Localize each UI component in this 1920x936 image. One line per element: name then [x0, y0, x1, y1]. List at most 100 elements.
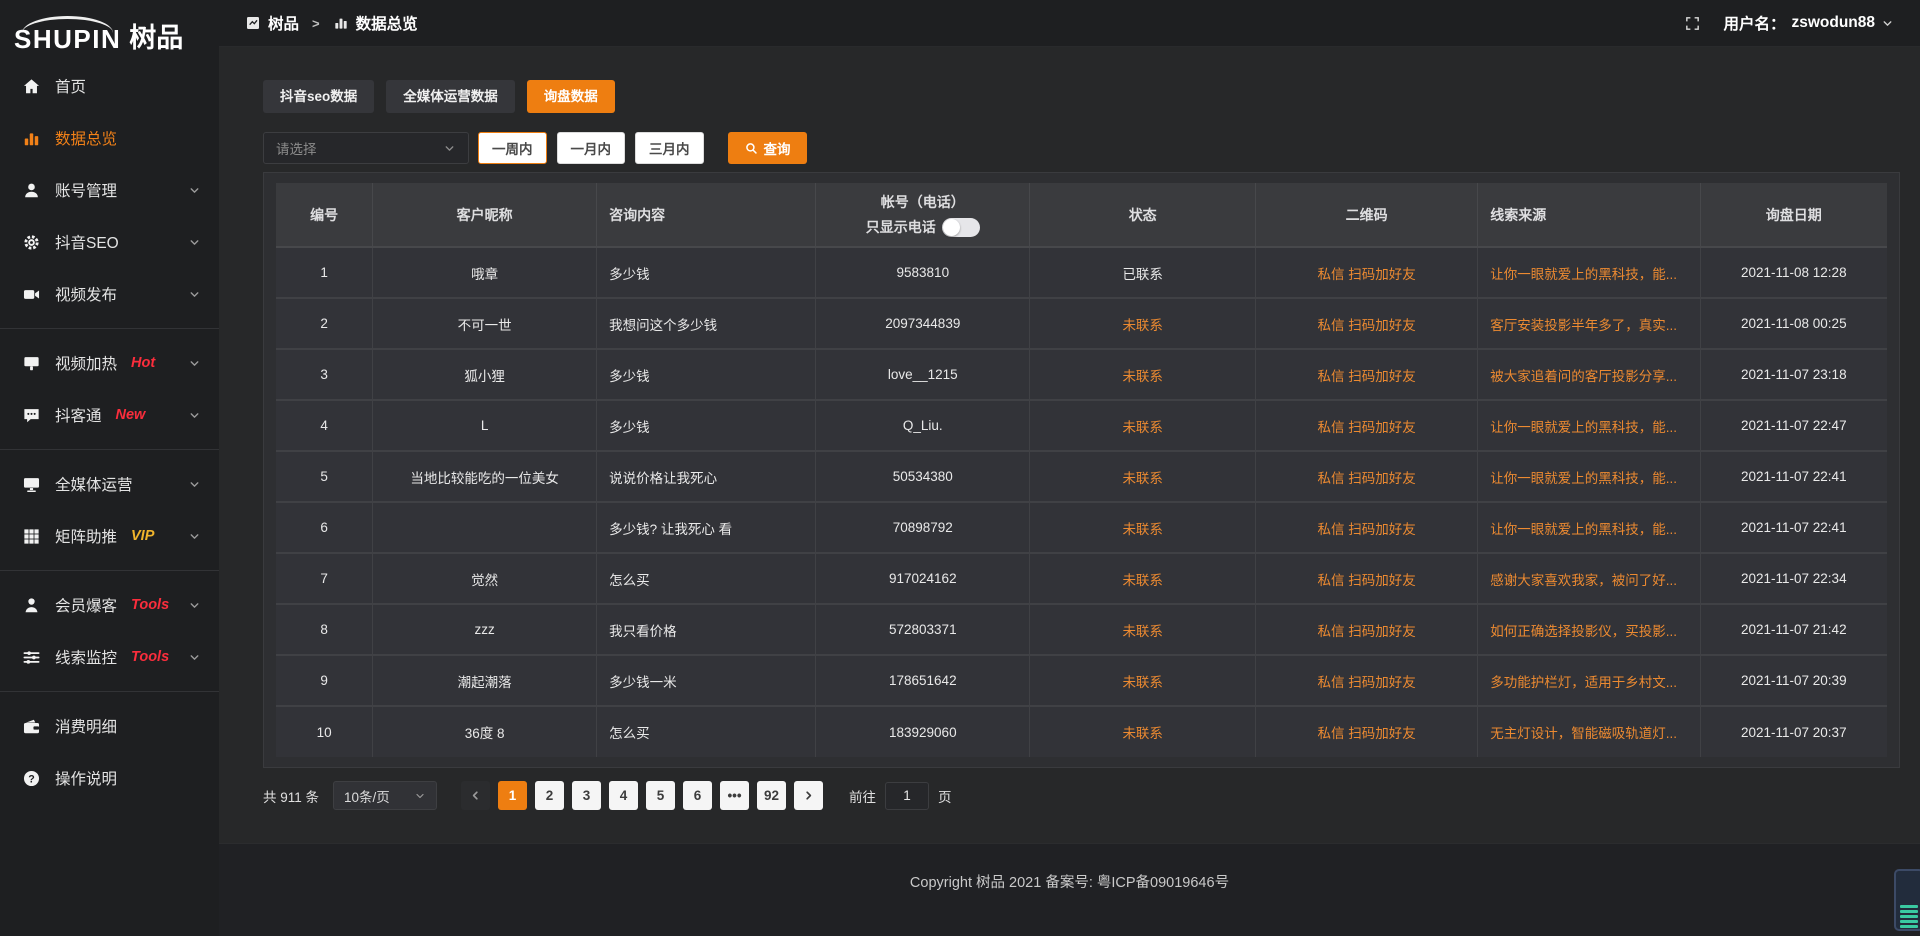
- fullscreen-icon[interactable]: [1684, 15, 1701, 32]
- col-date: 询盘日期: [1700, 183, 1887, 247]
- search-button[interactable]: 查询: [728, 132, 807, 164]
- cell-content: 怎么买: [597, 706, 816, 757]
- breadcrumb-item-home[interactable]: 树品: [268, 12, 299, 34]
- cell-qrcode-link[interactable]: 私信 扫码加好友: [1255, 400, 1477, 451]
- sidebar-item-media-operation[interactable]: 全媒体运营: [0, 458, 219, 510]
- page-button-1[interactable]: 1: [498, 781, 527, 810]
- chevron-down-icon: [188, 357, 201, 370]
- period-button-2[interactable]: 三月内: [635, 132, 704, 164]
- topbar: 树品 > 数据总览 用户名： zswodun88: [219, 0, 1920, 47]
- cell-status[interactable]: 未联系: [1030, 298, 1256, 349]
- sidebar-item-video-heat[interactable]: 视频加热Hot: [0, 337, 219, 389]
- sidebar-divider: [0, 570, 219, 571]
- sidebar-item-consume-detail[interactable]: 消费明细: [0, 700, 219, 752]
- cell-qrcode-link[interactable]: 私信 扫码加好友: [1255, 604, 1477, 655]
- table-row: 3狐小狸多少钱love__1215未联系私信 扫码加好友被大家追着问的客厅投影分…: [276, 349, 1887, 400]
- sidebar-badge: VIP: [131, 528, 154, 544]
- cell-qrcode-link[interactable]: 私信 扫码加好友: [1255, 706, 1477, 757]
- cell-qrcode-link[interactable]: 私信 扫码加好友: [1255, 298, 1477, 349]
- next-page-button[interactable]: [794, 781, 823, 810]
- cell-no: 9: [276, 655, 373, 706]
- page-button-2[interactable]: 2: [535, 781, 564, 810]
- cell-source-link[interactable]: 让你一眼就爱上的黑科技，能...: [1478, 400, 1700, 451]
- tab-2[interactable]: 询盘数据: [527, 80, 615, 113]
- period-button-0[interactable]: 一周内: [478, 132, 547, 164]
- sidebar-item-matrix-boost[interactable]: 矩阵助推VIP: [0, 510, 219, 562]
- cell-qrcode-link[interactable]: 私信 扫码加好友: [1255, 502, 1477, 553]
- cell-qrcode-link[interactable]: 私信 扫码加好友: [1255, 247, 1477, 298]
- page-button-6[interactable]: 6: [683, 781, 712, 810]
- sidebar-item-operation-guide[interactable]: ?操作说明: [0, 752, 219, 804]
- page-button-92[interactable]: 92: [757, 781, 786, 810]
- sidebar-item-data-overview[interactable]: 数据总览: [0, 112, 219, 164]
- sidebar-badge: New: [116, 407, 146, 423]
- floating-widget[interactable]: [1894, 869, 1920, 931]
- table-row: 1哦章多少钱9583810已联系私信 扫码加好友让你一眼就爱上的黑科技，能...…: [276, 247, 1887, 298]
- cell-source-link[interactable]: 无主灯设计，智能磁吸轨道灯...: [1478, 706, 1700, 757]
- cell-source-link[interactable]: 多功能护栏灯，适用于乡村文...: [1478, 655, 1700, 706]
- user-menu[interactable]: 用户名： zswodun88: [1723, 12, 1894, 34]
- period-button-1[interactable]: 一月内: [557, 132, 626, 164]
- col-source: 线索来源: [1478, 183, 1700, 247]
- tab-1[interactable]: 全媒体运营数据: [386, 80, 515, 113]
- cell-nickname: [373, 502, 597, 553]
- cell-source-link[interactable]: 让你一眼就爱上的黑科技，能...: [1478, 451, 1700, 502]
- tab-0[interactable]: 抖音seo数据: [263, 80, 374, 113]
- cell-status[interactable]: 未联系: [1030, 655, 1256, 706]
- page-ellipsis-button[interactable]: •••: [720, 781, 749, 810]
- sidebar-item-account-manage[interactable]: 账号管理: [0, 164, 219, 216]
- cell-source-link[interactable]: 让你一眼就爱上的黑科技，能...: [1478, 247, 1700, 298]
- cell-status[interactable]: 未联系: [1030, 400, 1256, 451]
- cell-no: 3: [276, 349, 373, 400]
- period-buttons: 一周内一月内三月内: [478, 132, 714, 164]
- cell-status[interactable]: 未联系: [1030, 451, 1256, 502]
- filter-select[interactable]: 请选择: [263, 132, 469, 164]
- sidebar-item-video-publish[interactable]: 视频发布: [0, 268, 219, 320]
- cell-no: 7: [276, 553, 373, 604]
- logo-text-en: SHUPIN: [14, 16, 121, 52]
- sidebar-item-home[interactable]: 首页: [0, 60, 219, 112]
- cell-content: 怎么买: [597, 553, 816, 604]
- sidebar-item-member-boom[interactable]: 会员爆客Tools: [0, 579, 219, 631]
- sidebar-badge: Hot: [131, 355, 155, 371]
- sidebar-item-douyin-seo[interactable]: 抖音SEO: [0, 216, 219, 268]
- cell-status[interactable]: 未联系: [1030, 502, 1256, 553]
- cell-source-link[interactable]: 让你一眼就爱上的黑科技，能...: [1478, 502, 1700, 553]
- cell-no: 10: [276, 706, 373, 757]
- cell-content: 多少钱? 让我死心 看: [597, 502, 816, 553]
- sidebar-badge: Tools: [131, 649, 169, 665]
- phone-only-toggle[interactable]: [942, 218, 980, 237]
- cell-status[interactable]: 未联系: [1030, 706, 1256, 757]
- sidebar-item-douketong[interactable]: 抖客通New: [0, 389, 219, 441]
- page-button-4[interactable]: 4: [609, 781, 638, 810]
- sidebar-item-clue-monitor[interactable]: 线索监控Tools: [0, 631, 219, 683]
- page-button-3[interactable]: 3: [572, 781, 601, 810]
- cell-source-link[interactable]: 感谢大家喜欢我家，被问了好...: [1478, 553, 1700, 604]
- cell-date: 2021-11-08 12:28: [1700, 247, 1887, 298]
- page-size-select[interactable]: 10条/页: [333, 781, 437, 810]
- cell-qrcode-link[interactable]: 私信 扫码加好友: [1255, 451, 1477, 502]
- cell-status[interactable]: 未联系: [1030, 604, 1256, 655]
- cell-qrcode-link[interactable]: 私信 扫码加好友: [1255, 553, 1477, 604]
- cell-source-link[interactable]: 被大家追着问的客厅投影分享...: [1478, 349, 1700, 400]
- footer: Copyright 树品 2021 备案号: 粤ICP备09019646号: [219, 843, 1920, 936]
- cell-qrcode-link[interactable]: 私信 扫码加好友: [1255, 655, 1477, 706]
- cell-date: 2021-11-07 22:41: [1700, 451, 1887, 502]
- cell-source-link[interactable]: 客厅安装投影半年多了，真实...: [1478, 298, 1700, 349]
- svg-text:?: ?: [28, 773, 35, 785]
- goto-page-input[interactable]: [885, 782, 929, 810]
- prev-page-button[interactable]: [461, 781, 490, 810]
- cell-source-link[interactable]: 如何正确选择投影仪，买投影...: [1478, 604, 1700, 655]
- cell-nickname: L: [373, 400, 597, 451]
- cell-qrcode-link[interactable]: 私信 扫码加好友: [1255, 349, 1477, 400]
- cell-status[interactable]: 未联系: [1030, 553, 1256, 604]
- cell-status[interactable]: 未联系: [1030, 349, 1256, 400]
- cell-status[interactable]: 已联系: [1030, 247, 1256, 298]
- page-button-5[interactable]: 5: [646, 781, 675, 810]
- chevron-down-icon: [443, 142, 456, 155]
- sidebar: SHUPIN 树品 首页数据总览账号管理抖音SEO视频发布视频加热Hot抖客通N…: [0, 0, 219, 936]
- cell-nickname: 当地比较能吃的一位美女: [373, 451, 597, 502]
- page-size-value: 10条/页: [344, 786, 390, 806]
- table-row: 6多少钱? 让我死心 看70898792未联系私信 扫码加好友让你一眼就爱上的黑…: [276, 502, 1887, 553]
- cell-nickname: zzz: [373, 604, 597, 655]
